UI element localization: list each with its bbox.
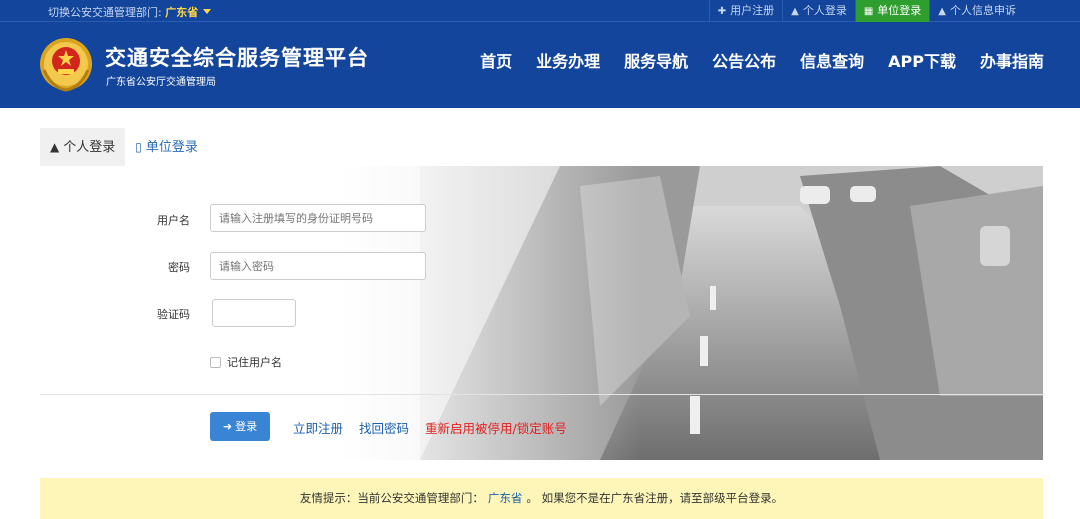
building-icon: ▦	[863, 6, 874, 17]
login-button-label: 登录	[235, 420, 258, 433]
top-links: ✚ 用户注册 ▲ 个人登录 ▦ 单位登录 ▲ 个人信息申诉	[708, 0, 1024, 22]
nav-app-download[interactable]: APP下载	[888, 48, 956, 72]
street-background-image	[40, 166, 1043, 460]
plus-icon: ✚	[717, 6, 727, 17]
company-login-link-label: 单位登录	[877, 4, 922, 17]
unlock-account-link[interactable]: 重新启用被停用/锁定账号	[425, 418, 567, 437]
login-tabs: ▲ 个人登录 ▯ 单位登录	[40, 128, 208, 166]
police-emblem-logo[interactable]	[38, 36, 94, 92]
register-link-label: 用户注册	[730, 4, 775, 17]
login-panel: 用户名 密码 验证码 记住用户名 ➜登录 立即注册 找回密码 重新启用被停用/锁…	[40, 166, 1043, 460]
personal-login-link-label: 个人登录	[802, 4, 847, 17]
top-utility-bar: 切换公安交通管理部门: 广东省 ✚ 用户注册 ▲ 个人登录 ▦ 单位登录 ▲ 个人信息申…	[0, 0, 1080, 22]
remember-checkbox[interactable]	[210, 356, 221, 368]
recover-password-link[interactable]: 找回密码	[359, 418, 409, 437]
password-label: 密码	[168, 261, 190, 274]
nav-home[interactable]: 首页	[480, 48, 512, 72]
building-icon: ▯	[135, 140, 142, 154]
tab-company-login-label: 单位登录	[145, 140, 198, 155]
appeal-link[interactable]: ▲ 个人信息申诉	[929, 0, 1024, 22]
nav-business[interactable]: 业务办理	[536, 48, 600, 72]
username-label: 用户名	[157, 214, 190, 227]
site-subtitle: 广东省公安厅交通管理局	[106, 77, 216, 88]
tab-personal-login[interactable]: ▲ 个人登录	[40, 128, 126, 166]
username-input[interactable]	[210, 204, 426, 232]
register-link[interactable]: ✚ 用户注册	[708, 0, 782, 22]
captcha-label: 验证码	[157, 308, 190, 321]
password-input[interactable]	[210, 252, 426, 280]
company-login-link[interactable]: ▦ 单位登录	[854, 0, 930, 22]
person-icon: ▲	[50, 140, 60, 154]
notice-prefix: 友情提示：当前公安交通管理部门：	[299, 491, 484, 505]
main-nav: 首页 业务办理 服务导航 公告公布 信息查询 APP下载 办事指南	[456, 48, 1044, 72]
department-switcher-label: 切换公安交通管理部门:	[48, 6, 162, 19]
register-now-link[interactable]: 立即注册	[293, 418, 343, 437]
notice-department: 广东省	[487, 491, 523, 505]
person-icon: ▲	[791, 6, 799, 17]
caret-down-icon[interactable]	[203, 9, 212, 14]
nav-announcements[interactable]: 公告公布	[712, 48, 776, 72]
tab-personal-login-label: 个人登录	[63, 140, 116, 155]
appeal-link-label: 个人信息申诉	[950, 4, 1016, 17]
notice-suffix: 。 如果您不是在广东省注册，请至部级平台登录。	[526, 491, 784, 505]
nav-info-query[interactable]: 信息查询	[800, 48, 864, 72]
person-icon: ▲	[938, 6, 946, 17]
notice-bar: 友情提示：当前公安交通管理部门： 广东省。 如果您不是在广东省注册，请至部级平台登…	[40, 478, 1043, 519]
remember-username[interactable]: 记住用户名	[210, 354, 282, 370]
department-switcher-value[interactable]: 广东省	[165, 6, 198, 19]
nav-service-guide[interactable]: 服务导航	[624, 48, 688, 72]
personal-login-link[interactable]: ▲ 个人登录	[782, 0, 855, 22]
captcha-input[interactable]	[212, 299, 296, 327]
department-switcher[interactable]: 切换公安交通管理部门: 广东省	[48, 4, 212, 20]
form-divider	[40, 394, 1043, 395]
site-header: 交通安全综合服务管理平台 广东省公安厅交通管理局 首页 业务办理 服务导航 公告…	[0, 22, 1080, 108]
nav-guide[interactable]: 办事指南	[980, 48, 1044, 72]
sign-in-icon: ➜	[222, 420, 233, 433]
remember-label: 记住用户名	[227, 356, 282, 369]
tab-company-login[interactable]: ▯ 单位登录	[125, 128, 208, 166]
login-button[interactable]: ➜ 登录	[210, 412, 270, 441]
site-title: 交通安全综合服务管理平台	[105, 46, 369, 70]
